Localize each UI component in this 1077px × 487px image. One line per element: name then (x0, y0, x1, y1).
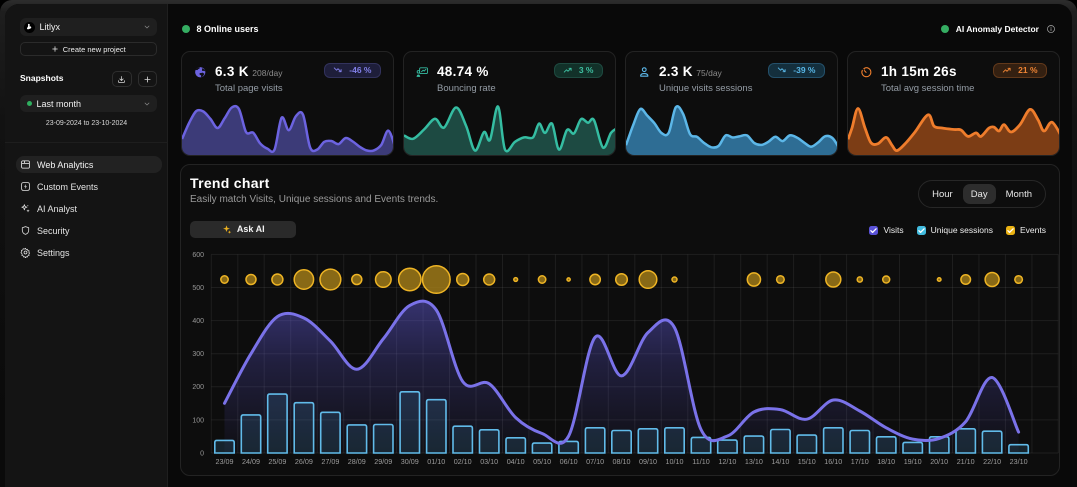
svg-text:04/10: 04/10 (507, 457, 525, 466)
svg-text:03/10: 03/10 (480, 457, 498, 466)
svg-text:11/10: 11/10 (692, 457, 709, 466)
svg-text:17/10: 17/10 (851, 457, 869, 466)
svg-text:15/10: 15/10 (798, 457, 816, 466)
svg-text:07/10: 07/10 (586, 457, 604, 466)
svg-text:16/10: 16/10 (824, 457, 842, 466)
svg-text:23/09: 23/09 (216, 457, 234, 466)
svg-text:600: 600 (192, 252, 204, 259)
svg-text:14/10: 14/10 (771, 457, 789, 466)
svg-text:24/09: 24/09 (242, 457, 260, 466)
svg-text:23/10: 23/10 (1010, 457, 1028, 466)
svg-text:20/10: 20/10 (930, 457, 948, 466)
svg-text:26/09: 26/09 (295, 457, 313, 466)
svg-text:400: 400 (192, 318, 204, 325)
svg-text:01/10: 01/10 (427, 457, 445, 466)
svg-text:200: 200 (192, 384, 204, 391)
svg-text:25/09: 25/09 (268, 457, 286, 466)
svg-text:10/10: 10/10 (666, 457, 684, 466)
svg-text:22/10: 22/10 (983, 457, 1001, 466)
svg-text:18/10: 18/10 (877, 457, 895, 466)
svg-text:29/09: 29/09 (374, 457, 392, 466)
svg-text:27/09: 27/09 (321, 457, 339, 466)
svg-text:05/10: 05/10 (533, 457, 551, 466)
svg-text:30/09: 30/09 (401, 457, 419, 466)
svg-text:21/10: 21/10 (957, 457, 975, 466)
svg-text:06/10: 06/10 (560, 457, 578, 466)
svg-text:08/10: 08/10 (613, 457, 631, 466)
svg-text:100: 100 (192, 417, 204, 424)
svg-text:19/10: 19/10 (904, 457, 922, 466)
svg-text:02/10: 02/10 (454, 457, 472, 466)
svg-text:13/10: 13/10 (745, 457, 763, 466)
svg-text:09/10: 09/10 (639, 457, 657, 466)
svg-text:28/09: 28/09 (348, 457, 366, 466)
svg-text:500: 500 (192, 285, 204, 292)
svg-text:0: 0 (200, 450, 204, 457)
svg-text:12/10: 12/10 (718, 457, 736, 466)
svg-text:300: 300 (192, 351, 204, 358)
